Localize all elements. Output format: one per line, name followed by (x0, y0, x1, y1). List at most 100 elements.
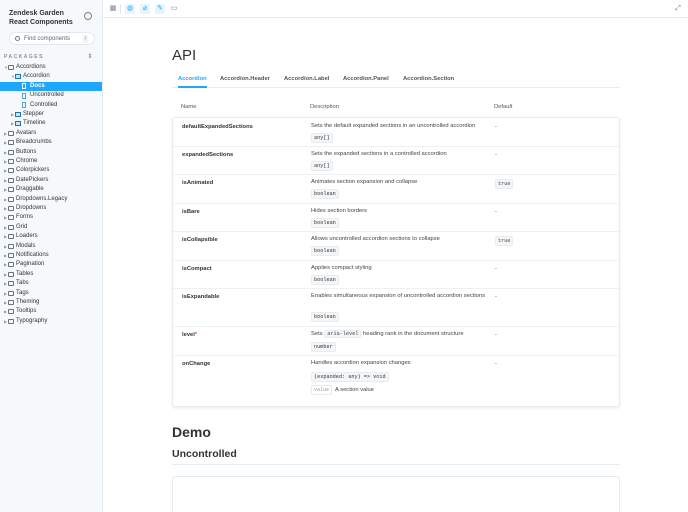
sidebar-item-tables[interactable]: ▶ Tables (0, 270, 102, 279)
storybook-app: Zendesk Garden React Components Find com… (0, 0, 688, 512)
sidebar-item-docs[interactable]: Docs (0, 81, 102, 92)
settings-icon[interactable] (84, 12, 92, 20)
tab-accordion-header[interactable]: Accordion.Header (220, 70, 270, 88)
column-default-header: Default (494, 104, 513, 110)
prop-type: (expanded: any) => void (311, 372, 389, 382)
sidebar-item-label: Controlled (30, 101, 58, 108)
sidebar-item-label: Accordions (16, 64, 46, 70)
brand-title[interactable]: Zendesk Garden React Components (9, 9, 79, 27)
brand-line-1: Zendesk Garden (9, 10, 64, 17)
prop-name-level: level* (182, 332, 197, 338)
sidebar-item-stepper[interactable]: ▶ Stepper (0, 110, 102, 119)
sidebar-item-typography[interactable]: ▶ Typography (0, 317, 102, 326)
sidebar-item-label: Buttons (16, 148, 37, 155)
sidebar-item-notifications[interactable]: ▶ Notifications (0, 251, 102, 260)
folder-icon (8, 271, 14, 277)
tab-accordion[interactable]: Accordion (178, 70, 207, 88)
sidebar-item-label: Avatars (16, 129, 37, 136)
sidebar-item-tags[interactable]: ▶ Tags (0, 289, 102, 298)
sidebar-item-tooltips[interactable]: ▶ Tooltips (0, 307, 102, 316)
bookmark-icon (22, 92, 26, 99)
brand-line-2: React Components (9, 19, 73, 26)
sidebar-item-breadcrumbs[interactable]: ▶ Breadcrumbs (0, 138, 102, 147)
sidebar-item-datepickers[interactable]: ▶ DatePickers (0, 176, 102, 185)
sidebar-item-modals[interactable]: ▶ Modals (0, 242, 102, 251)
expand-collapse-icon[interactable]: ⇕ (87, 53, 94, 60)
sidebar-item-controlled[interactable]: Controlled (0, 101, 102, 110)
folder-icon (8, 187, 14, 193)
chevron-right-icon: ▶ (4, 196, 8, 202)
prop-type: boolean (311, 275, 339, 285)
sidebar-item-label: Timeline (23, 120, 46, 127)
prop-description: Sets aria-level heading rank in the docu… (311, 330, 491, 339)
prop-type: any[] (311, 133, 333, 143)
column-description-header: Description (310, 104, 339, 110)
sidebar-item-forms[interactable]: ▶ Forms (0, 213, 102, 222)
folder-icon (8, 140, 14, 146)
sidebar-item-grid[interactable]: ▶ Grid (0, 223, 102, 232)
sidebar-item-label: Forms (16, 214, 33, 221)
table-row: isExpandable Enables simultaneous expans… (173, 289, 619, 327)
prop-name: isBare (182, 209, 200, 215)
sidebar-item-colorpickers[interactable]: ▶ Colorpickers (0, 166, 102, 175)
packages-header[interactable]: PACKAGES ⇕ (4, 54, 94, 60)
folder-icon (8, 281, 14, 287)
arg-name: value (311, 385, 333, 395)
sidebar-item-chrome[interactable]: ▶ Chrome (0, 157, 102, 166)
sidebar-item-timeline[interactable]: ▶ Timeline (0, 119, 102, 128)
sidebar-item-avatars[interactable]: ▶ Avatars (0, 129, 102, 138)
prop-name: isAnimated (182, 180, 214, 186)
sidebar-item-label: Loaders (16, 233, 38, 240)
desc-inline-code: aria-level (324, 330, 362, 338)
sidebar: Zendesk Garden React Components Find com… (0, 0, 103, 512)
search-placeholder: Find components (24, 36, 71, 42)
pencil-icon[interactable]: ✎ (155, 4, 165, 14)
chevron-right-icon: ▶ (4, 215, 8, 221)
sidebar-item-theming[interactable]: ▶ Theming (0, 298, 102, 307)
folder-icon (8, 168, 14, 174)
uncontrolled-heading: Uncontrolled (172, 448, 237, 460)
sidebar-item-label: Modals (16, 242, 36, 249)
prop-argument: value A section value (311, 385, 375, 395)
sidebar-item-draggable[interactable]: ▶ Draggable (0, 185, 102, 194)
prop-default: - (495, 266, 497, 272)
sidebar-item-tabs[interactable]: ▶ Tabs (0, 279, 102, 288)
sidebar-item-pagination[interactable]: ▶ Pagination (0, 260, 102, 269)
prop-default: - (495, 124, 497, 130)
globe-icon[interactable]: ◍ (125, 4, 135, 14)
chevron-right-icon: ▶ (4, 309, 8, 315)
paperclip-icon[interactable]: ⌀ (140, 4, 150, 14)
arg-description: A section value (335, 387, 375, 393)
sidebar-item-dropdowns[interactable]: ▶ Dropdowns (0, 204, 102, 213)
folder-icon (8, 215, 14, 221)
tab-accordion-label[interactable]: Accordion.Label (284, 70, 329, 88)
chevron-right-icon: ▶ (4, 140, 8, 146)
sidebar-item-uncontrolled[interactable]: Uncontrolled (0, 91, 102, 100)
prop-default: - (495, 332, 497, 338)
folder-icon (8, 243, 14, 249)
search-input[interactable]: Find components / (9, 32, 95, 45)
panel-icon[interactable]: ▭ (169, 4, 179, 14)
prop-default: - (495, 152, 497, 158)
table-row: level* Sets aria-level heading rank in t… (173, 327, 619, 356)
chevron-right-icon: ▶ (4, 281, 8, 287)
props-tabs: Accordion Accordion.Header Accordion.Lab… (172, 70, 620, 88)
packages-label: PACKAGES (4, 54, 44, 60)
desc-prefix: Sets (311, 331, 323, 337)
folder-icon (8, 196, 14, 202)
sidebar-item-accordion[interactable]: ▼ Accordion (0, 72, 102, 81)
sidebar-item-buttons[interactable]: ▶ Buttons (0, 148, 102, 157)
sidebar-item-accordions[interactable]: ▼ Accordions (0, 63, 102, 72)
sidebar-toggle-icon[interactable]: ▦ (108, 4, 118, 14)
folder-icon (8, 253, 14, 258)
sidebar-item-loaders[interactable]: ▶ Loaders (0, 232, 102, 241)
tab-accordion-panel[interactable]: Accordion.Panel (343, 70, 389, 88)
heading-divider (172, 464, 620, 465)
tab-accordion-section[interactable]: Accordion.Section (403, 70, 454, 88)
fullscreen-icon[interactable]: ⤢ (673, 4, 683, 14)
folder-icon (8, 300, 14, 305)
chevron-right-icon: ▶ (11, 112, 15, 117)
sidebar-item-label: Colorpickers (16, 167, 50, 174)
sidebar-item-dropdowns-legacy[interactable]: ▶ Dropdowns.Legacy (0, 195, 102, 204)
sidebar-item-label: Dropdowns.Legacy (16, 195, 68, 202)
